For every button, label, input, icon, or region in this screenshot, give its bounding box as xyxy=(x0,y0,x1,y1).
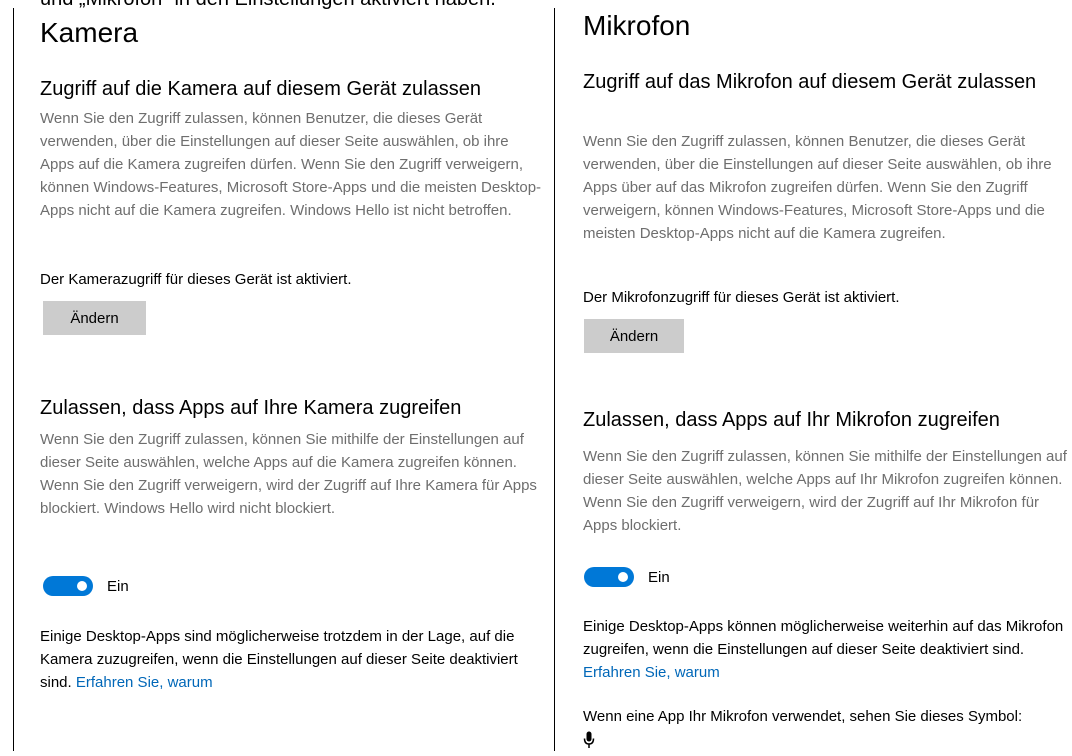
learn-why-link[interactable]: Erfahren Sie, warum xyxy=(583,664,720,681)
app-access-heading: Zulassen, dass Apps auf Ihr Mikrofon zug… xyxy=(583,409,1000,431)
device-access-status: Der Mikrofonzugriff für dieses Gerät ist… xyxy=(583,289,900,306)
panel-divider-line xyxy=(554,8,555,751)
app-access-toggle[interactable] xyxy=(584,567,634,587)
page-title: Mikrofon xyxy=(583,10,691,41)
app-access-heading: Zulassen, dass Apps auf Ihre Kamera zugr… xyxy=(40,397,462,419)
change-button[interactable]: Ändern xyxy=(43,301,146,335)
app-access-toggle-row: Ein xyxy=(43,575,129,597)
toggle-state-label: Ein xyxy=(107,577,129,595)
mic-symbol-note-text: Wenn eine App Ihr Mikrofon verwendet, se… xyxy=(583,708,1023,725)
device-access-description: Wenn Sie den Zugriff zulassen, können Be… xyxy=(40,110,542,219)
change-button[interactable]: Ändern xyxy=(584,319,684,353)
device-access-description: Wenn Sie den Zugriff zulassen, können Be… xyxy=(583,133,1052,242)
toggle-knob xyxy=(618,572,628,582)
toggle-state-label: Ein xyxy=(648,568,670,586)
learn-why-link[interactable]: Erfahren Sie, warum xyxy=(76,674,213,691)
mic-symbol-note: Wenn eine App Ihr Mikrofon verwendet, se… xyxy=(583,705,1072,751)
device-access-heading: Zugriff auf das Mikrofon auf diesem Gerä… xyxy=(583,71,1037,93)
top-caption-text: und „Mikrofon“ in den Einstellungen akti… xyxy=(40,0,496,11)
microphone-icon xyxy=(583,731,595,749)
app-access-description: Wenn Sie den Zugriff zulassen, können Si… xyxy=(583,448,1067,534)
app-access-toggle[interactable] xyxy=(43,576,93,596)
desktop-apps-note-text: Einige Desktop-Apps können möglicherweis… xyxy=(583,618,1064,658)
desktop-apps-note: Einige Desktop-Apps sind möglicherweise … xyxy=(40,625,552,694)
app-access-description: Wenn Sie den Zugriff zulassen, können Si… xyxy=(40,431,537,517)
device-access-status: Der Kamerazugriff für dieses Gerät ist a… xyxy=(40,271,352,288)
desktop-apps-note: Einige Desktop-Apps können möglicherweis… xyxy=(583,615,1068,684)
top-caption-strip: und „Mikrofon“ in den Einstellungen akti… xyxy=(0,0,1072,12)
app-access-toggle-row: Ein xyxy=(584,566,670,588)
left-border-line xyxy=(13,8,14,751)
toggle-knob xyxy=(77,581,87,591)
device-access-heading: Zugriff auf die Kamera auf diesem Gerät … xyxy=(40,78,481,100)
page-title: Kamera xyxy=(40,17,139,48)
